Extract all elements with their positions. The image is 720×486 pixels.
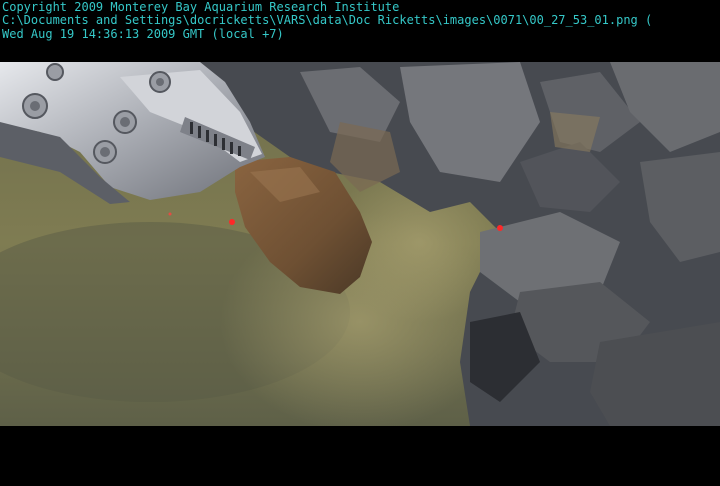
- metadata-overlay: Copyright 2009 Monterey Bay Aquarium Res…: [0, 0, 720, 62]
- laser-dot: [497, 225, 503, 231]
- timestamp-text: Wed Aug 19 14:36:13 2009 GMT (local +7): [2, 27, 284, 41]
- underwater-photo: [0, 62, 720, 426]
- file-path-text: C:\Documents and Settings\docricketts\VA…: [2, 13, 653, 27]
- bottom-letterbox: [0, 426, 720, 486]
- laser-dot: [229, 219, 235, 225]
- copyright-text: Copyright 2009 Monterey Bay Aquarium Res…: [2, 0, 400, 14]
- seafloor-scene: [0, 62, 720, 426]
